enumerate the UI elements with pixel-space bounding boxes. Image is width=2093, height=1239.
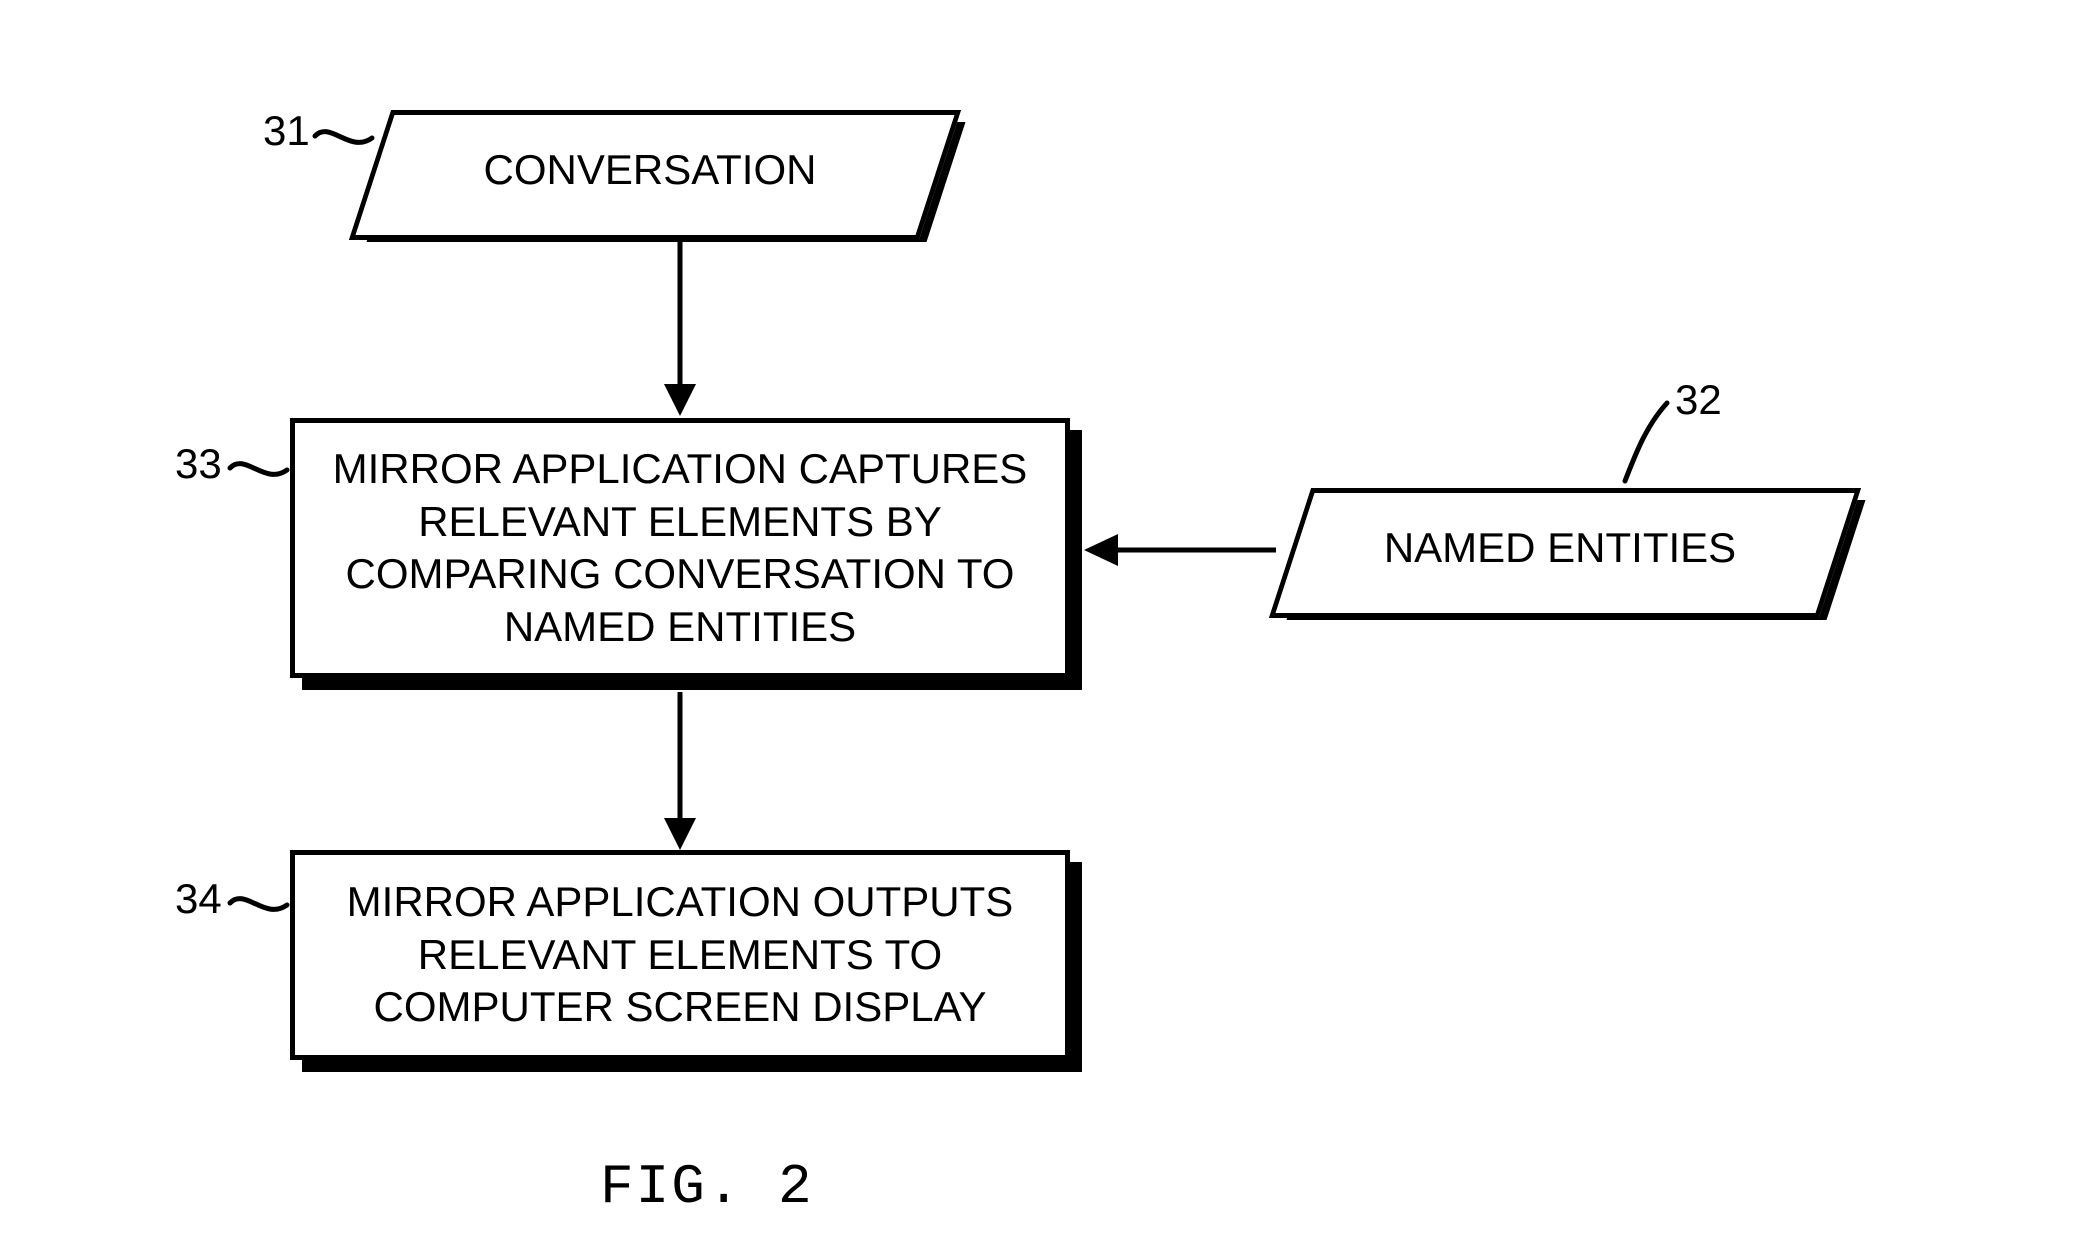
node-conversation: CONVERSATION: [370, 110, 950, 240]
leader-32: [1607, 395, 1677, 485]
ref-label-32: 32: [1675, 376, 1722, 424]
node-named-entities: NAMED ENTITIES: [1290, 488, 1870, 628]
leader-31: [310, 118, 380, 158]
ref-label-34: 34: [175, 875, 222, 923]
node-named-entities-text: NAMED ENTITIES: [1290, 488, 1830, 608]
node-capture-text: MIRROR APPLICATION CAPTURES RELEVANT ELE…: [290, 418, 1070, 678]
arrow-33-to-34: [650, 692, 710, 852]
node-conversation-text: CONVERSATION: [370, 110, 930, 230]
leader-34: [225, 885, 295, 925]
node-output: MIRROR APPLICATION OUTPUTS RELEVANT ELEM…: [290, 850, 1090, 1080]
arrow-32-to-33: [1076, 520, 1276, 580]
figure-caption: FIG. 2: [600, 1155, 814, 1219]
node-output-text: MIRROR APPLICATION OUTPUTS RELEVANT ELEM…: [290, 850, 1070, 1060]
node-capture: MIRROR APPLICATION CAPTURES RELEVANT ELE…: [290, 418, 1090, 698]
ref-label-33: 33: [175, 440, 222, 488]
leader-33: [225, 450, 295, 490]
arrow-31-to-33: [650, 238, 710, 418]
ref-label-31: 31: [263, 107, 310, 155]
diagram-stage: CONVERSATION 31 MIRROR APPLICATION CAPTU…: [0, 0, 2093, 1239]
